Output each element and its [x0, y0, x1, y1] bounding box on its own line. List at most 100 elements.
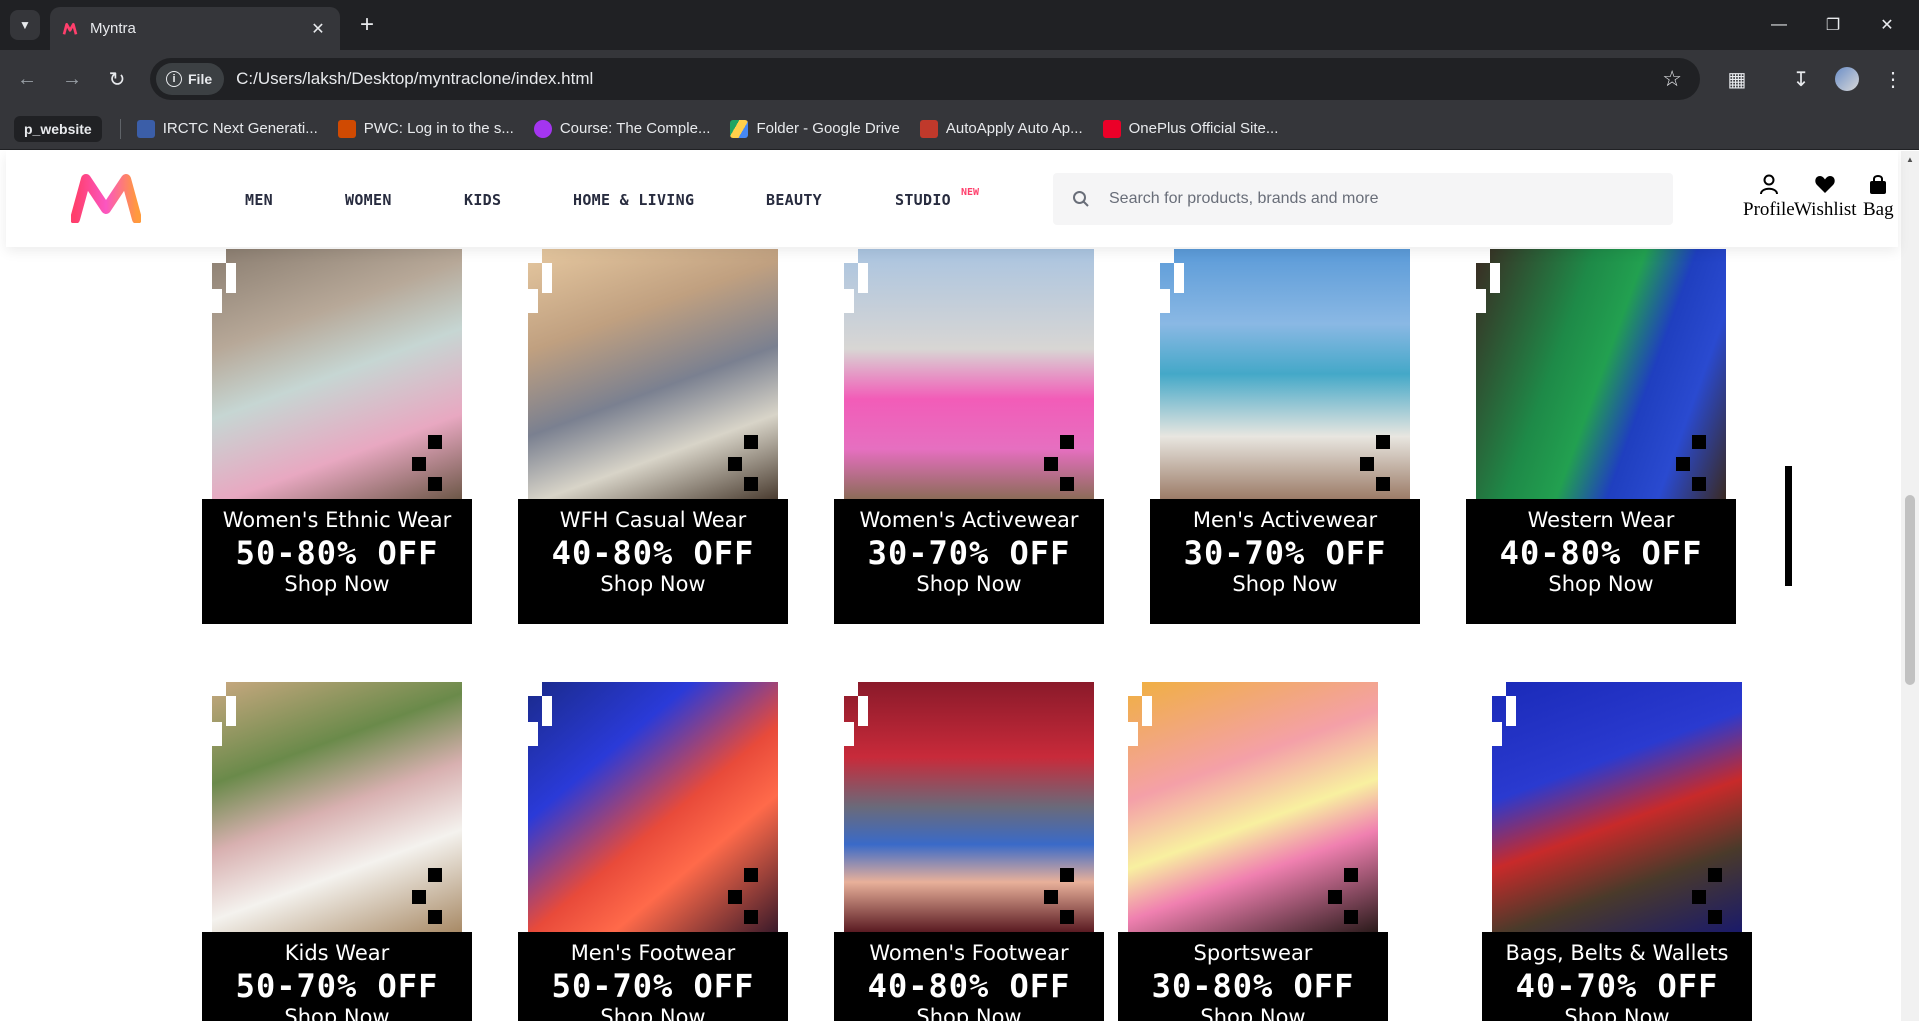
promo-image [212, 682, 462, 932]
promo-offer: 30-80% OFF [1151, 967, 1355, 1005]
google-drive-icon [730, 119, 749, 138]
promo-image [1160, 249, 1410, 499]
profile-label: Profile [1743, 199, 1795, 220]
bookmark-course[interactable]: Course: The Comple... [533, 119, 711, 138]
promo-title: Women's Footwear [869, 941, 1069, 965]
promo-image [844, 682, 1094, 932]
promo-title: Bags, Belts & Wallets [1505, 941, 1729, 965]
promo-panel: Western Wear 40-80% OFF Shop Now [1466, 499, 1736, 624]
promo-title: Sportswear [1193, 941, 1313, 965]
bookmark-p-website[interactable]: p_website [14, 115, 102, 142]
search-bar[interactable] [1053, 173, 1673, 225]
shop-now-link[interactable]: Shop Now [1548, 572, 1653, 596]
restore-icon[interactable]: ❐ [1818, 10, 1848, 40]
promo-offer: 30-70% OFF [1183, 534, 1387, 572]
scroll-thumb[interactable] [1905, 495, 1915, 685]
site-info-chip[interactable]: i File [156, 63, 225, 95]
promo-panel: Men's Activewear 30-70% OFF Shop Now [1150, 499, 1420, 624]
bookmark-label: Course: The Comple... [559, 120, 711, 137]
page-viewport: MEN WOMEN KIDS HOME & LIVING BEAUTY STUD… [0, 151, 1919, 1021]
bookmark-label: AutoApply Auto Ap... [945, 120, 1083, 137]
bookmark-label: IRCTC Next Generati... [162, 120, 318, 137]
promo-image [1476, 249, 1726, 499]
promo-image [528, 249, 778, 499]
oneplus-icon [1102, 119, 1121, 138]
promo-title: Men's Activewear [1192, 508, 1378, 532]
bookmark-irctc[interactable]: IRCTC Next Generati... [136, 119, 318, 138]
nav-beauty[interactable]: BEAUTY [766, 191, 822, 209]
browser-tab[interactable]: Myntra ✕ [50, 7, 340, 50]
promo-offer: 40-80% OFF [867, 967, 1071, 1005]
tab-search-button[interactable]: ▼ [10, 10, 40, 40]
shop-now-link[interactable]: Shop Now [600, 1005, 705, 1021]
bookmark-star-icon[interactable]: ☆ [1662, 66, 1682, 92]
wishlist-button[interactable]: Wishlist [1794, 173, 1857, 221]
page-scrollbar[interactable]: ▲ [1901, 151, 1919, 1021]
promo-image [212, 249, 462, 499]
promo-title: WFH Casual Wear [559, 508, 747, 532]
forward-arrow-icon[interactable]: → [57, 64, 87, 94]
promo-image [1492, 682, 1742, 932]
bag-button[interactable]: Bag [1863, 173, 1894, 221]
promo-panel: Women's Footwear 40-80% OFF Shop Now [834, 932, 1104, 1021]
bookmark-google-drive[interactable]: Folder - Google Drive [730, 119, 900, 138]
shop-now-link[interactable]: Shop Now [284, 1005, 389, 1021]
shop-now-link[interactable]: Shop Now [916, 1005, 1021, 1021]
promo-title: Women's Ethnic Wear [222, 508, 452, 532]
nav-women[interactable]: WOMEN [345, 191, 392, 209]
search-input[interactable] [1109, 190, 1673, 208]
extensions-icon[interactable]: ▦ [1722, 64, 1752, 94]
download-icon[interactable]: ↧ [1786, 64, 1816, 94]
shop-now-link[interactable]: Shop Now [600, 572, 705, 596]
bag-label: Bag [1863, 199, 1894, 220]
scroll-up-icon[interactable]: ▲ [1906, 155, 1914, 164]
site-header: MEN WOMEN KIDS HOME & LIVING BEAUTY STUD… [6, 151, 1898, 247]
search-icon [1053, 190, 1109, 208]
browser-tabstrip: ▼ Myntra ✕ + — ❐ ✕ [0, 0, 1919, 50]
new-badge: NEW [961, 187, 980, 198]
promo-panel: Women's Activewear 30-70% OFF Shop Now [834, 499, 1104, 624]
promo-image [528, 682, 778, 932]
promo-image [844, 249, 1094, 499]
shop-now-link[interactable]: Shop Now [1564, 1005, 1669, 1021]
minimize-icon[interactable]: — [1764, 10, 1794, 40]
url-text[interactable]: C:/Users/laksh/Desktop/myntraclone/index… [236, 69, 1662, 89]
address-bar[interactable]: i File C:/Users/laksh/Desktop/myntraclon… [150, 58, 1700, 100]
info-icon: i [166, 71, 182, 87]
tab-title: Myntra [90, 20, 136, 37]
promo-panel: Kids Wear 50-70% OFF Shop Now [202, 932, 472, 1021]
myntra-logo[interactable] [71, 173, 141, 223]
profile-avatar-icon[interactable] [1832, 64, 1862, 94]
nav-studio[interactable]: STUDIO [895, 191, 951, 209]
promo-panel: Men's Footwear 50-70% OFF Shop Now [518, 932, 788, 1021]
profile-button[interactable]: Profile [1743, 173, 1795, 221]
promo-title: Men's Footwear [570, 941, 736, 965]
nav-men[interactable]: MEN [245, 191, 273, 209]
wishlist-label: Wishlist [1794, 199, 1857, 220]
autoapply-icon [919, 119, 938, 138]
new-tab-button[interactable]: + [352, 10, 382, 40]
heart-icon [1815, 176, 1835, 193]
promo-panel: WFH Casual Wear 40-80% OFF Shop Now [518, 499, 788, 624]
bookmark-label: Folder - Google Drive [756, 120, 900, 137]
promo-offer: 30-70% OFF [867, 534, 1071, 572]
bookmark-oneplus[interactable]: OnePlus Official Site... [1102, 119, 1278, 138]
nav-kids[interactable]: KIDS [464, 191, 501, 209]
reload-icon[interactable]: ↻ [102, 64, 132, 94]
promo-offer: 50-70% OFF [235, 967, 439, 1005]
shop-now-link[interactable]: Shop Now [1232, 572, 1337, 596]
bookmark-label: PWC: Log in to the s... [363, 120, 514, 137]
shop-now-link[interactable]: Shop Now [1200, 1005, 1305, 1021]
bookmark-autoapply[interactable]: AutoApply Auto Ap... [919, 119, 1083, 138]
promo-panel: Women's Ethnic Wear 50-80% OFF Shop Now [202, 499, 472, 624]
shop-now-link[interactable]: Shop Now [284, 572, 389, 596]
tab-close-icon[interactable]: ✕ [308, 19, 328, 39]
bookmark-pwc[interactable]: PWC: Log in to the s... [337, 119, 514, 138]
promo-image [1128, 682, 1378, 932]
browser-menu-icon[interactable]: ⋮ [1878, 64, 1908, 94]
back-arrow-icon[interactable]: ← [12, 64, 42, 94]
nav-home-living[interactable]: HOME & LIVING [573, 191, 694, 209]
close-window-icon[interactable]: ✕ [1872, 10, 1902, 40]
shop-now-link[interactable]: Shop Now [916, 572, 1021, 596]
pwc-icon [337, 119, 356, 138]
